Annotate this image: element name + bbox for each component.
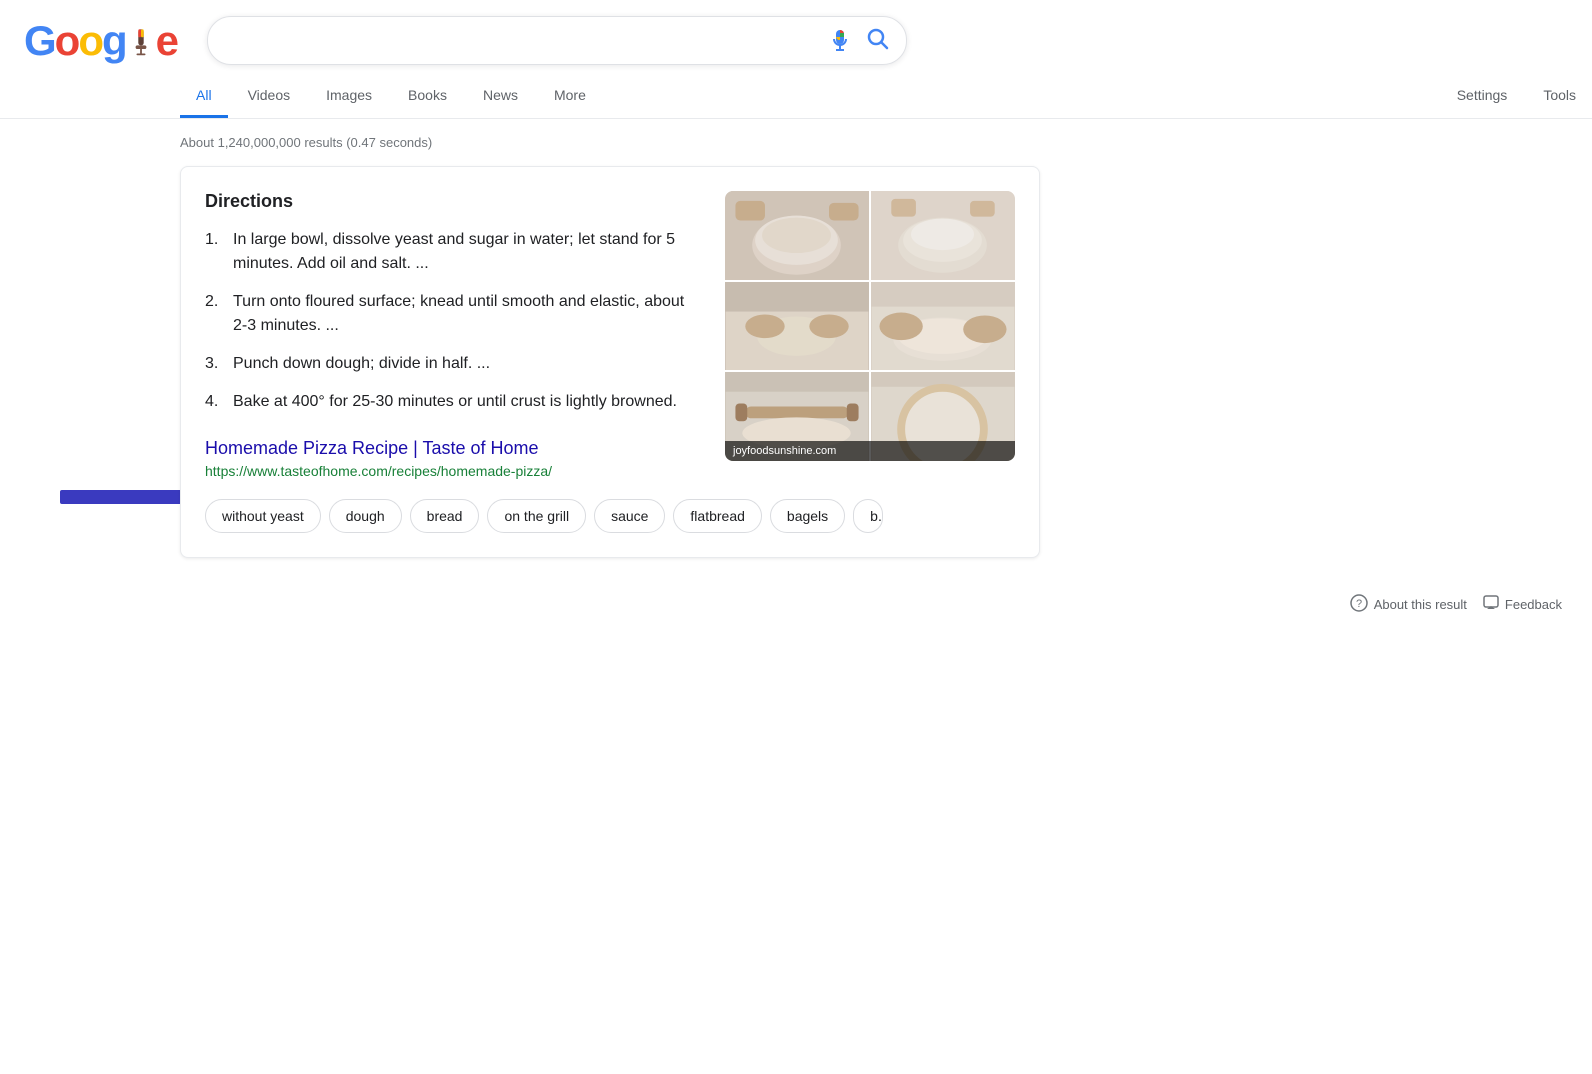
feedback-text: Feedback: [1505, 597, 1562, 612]
pill-on-the-grill[interactable]: on the grill: [487, 499, 586, 533]
pill-bagels[interactable]: bagels: [770, 499, 845, 533]
pill-without-yeast[interactable]: without yeast: [205, 499, 321, 533]
direction-step-2: 2. Turn onto floured surface; knead unti…: [205, 290, 701, 338]
tab-news[interactable]: News: [467, 75, 534, 118]
header: G o o g e how to make pizza: [0, 0, 1592, 65]
logo-letter-o1: o: [55, 17, 79, 65]
search-bar-icons: [828, 27, 890, 54]
logo-mic-icon: [127, 22, 155, 60]
tab-all[interactable]: All: [180, 75, 228, 118]
direction-step-4: 4. Bake at 400° for 25-30 minutes or unt…: [205, 390, 701, 414]
image-attribution: joyfoodsunshine.com: [725, 441, 1015, 461]
source-link[interactable]: Homemade Pizza Recipe | Taste of Home ht…: [205, 438, 701, 479]
voice-search-icon[interactable]: [828, 29, 852, 53]
feedback-button[interactable]: Feedback: [1483, 595, 1562, 614]
pill-dough[interactable]: dough: [329, 499, 402, 533]
svg-text:?: ?: [1356, 598, 1362, 610]
tab-tools[interactable]: Tools: [1527, 75, 1592, 118]
logo-letter-e: e: [156, 17, 177, 65]
featured-snippet: Directions 1. In large bowl, dissolve ye…: [180, 166, 1040, 558]
search-icon[interactable]: [866, 27, 890, 54]
about-result-text: About this result: [1374, 597, 1467, 612]
logo-letter-g2: g: [102, 17, 126, 65]
images-grid: joyfoodsunshine.com: [725, 191, 1015, 461]
logo-letter-o2: o: [78, 17, 102, 65]
snippet-text: Directions 1. In large bowl, dissolve ye…: [205, 191, 701, 479]
snippet-title: Directions: [205, 191, 701, 212]
logo-letter-g: G: [24, 17, 55, 65]
question-circle-icon: ?: [1350, 594, 1368, 615]
directions-list: 1. In large bowl, dissolve yeast and sug…: [205, 228, 701, 414]
recipe-image-1: [725, 191, 869, 280]
feedback-icon: [1483, 595, 1499, 614]
direction-step-1: 1. In large bowl, dissolve yeast and sug…: [205, 228, 701, 276]
page-footer: ? About this result Feedback: [0, 578, 1592, 631]
direction-step-3: 3. Punch down dough; divide in half. ...: [205, 352, 701, 376]
recipe-image-2: [871, 191, 1015, 280]
tab-books[interactable]: Books: [392, 75, 463, 118]
arrow-shape: [60, 490, 200, 504]
search-input[interactable]: how to make pizza: [224, 30, 816, 51]
arrow-annotation: [60, 490, 200, 504]
tab-settings[interactable]: Settings: [1441, 75, 1524, 118]
snippet-images[interactable]: joyfoodsunshine.com: [725, 191, 1015, 479]
pill-sauce[interactable]: sauce: [594, 499, 665, 533]
pill-partial[interactable]: b...: [853, 499, 883, 533]
pill-flatbread[interactable]: flatbread: [673, 499, 761, 533]
search-bar[interactable]: how to make pizza: [207, 16, 907, 65]
source-url: https://www.tasteofhome.com/recipes/home…: [205, 463, 701, 479]
results-count: About 1,240,000,000 results (0.47 second…: [0, 119, 1592, 166]
tab-images[interactable]: Images: [310, 75, 388, 118]
pill-bread[interactable]: bread: [410, 499, 480, 533]
recipe-image-4: [871, 282, 1015, 371]
tab-videos[interactable]: Videos: [232, 75, 307, 118]
nav-tabs: All Videos Images Books News More Settin…: [0, 75, 1592, 119]
about-this-result[interactable]: ? About this result: [1350, 594, 1467, 615]
tab-more[interactable]: More: [538, 75, 602, 118]
google-logo[interactable]: G o o g e: [24, 17, 177, 65]
source-title-link[interactable]: Homemade Pizza Recipe | Taste of Home: [205, 438, 539, 458]
recipe-image-3: [725, 282, 869, 371]
related-pills: without yeast dough bread on the grill s…: [205, 499, 1015, 533]
